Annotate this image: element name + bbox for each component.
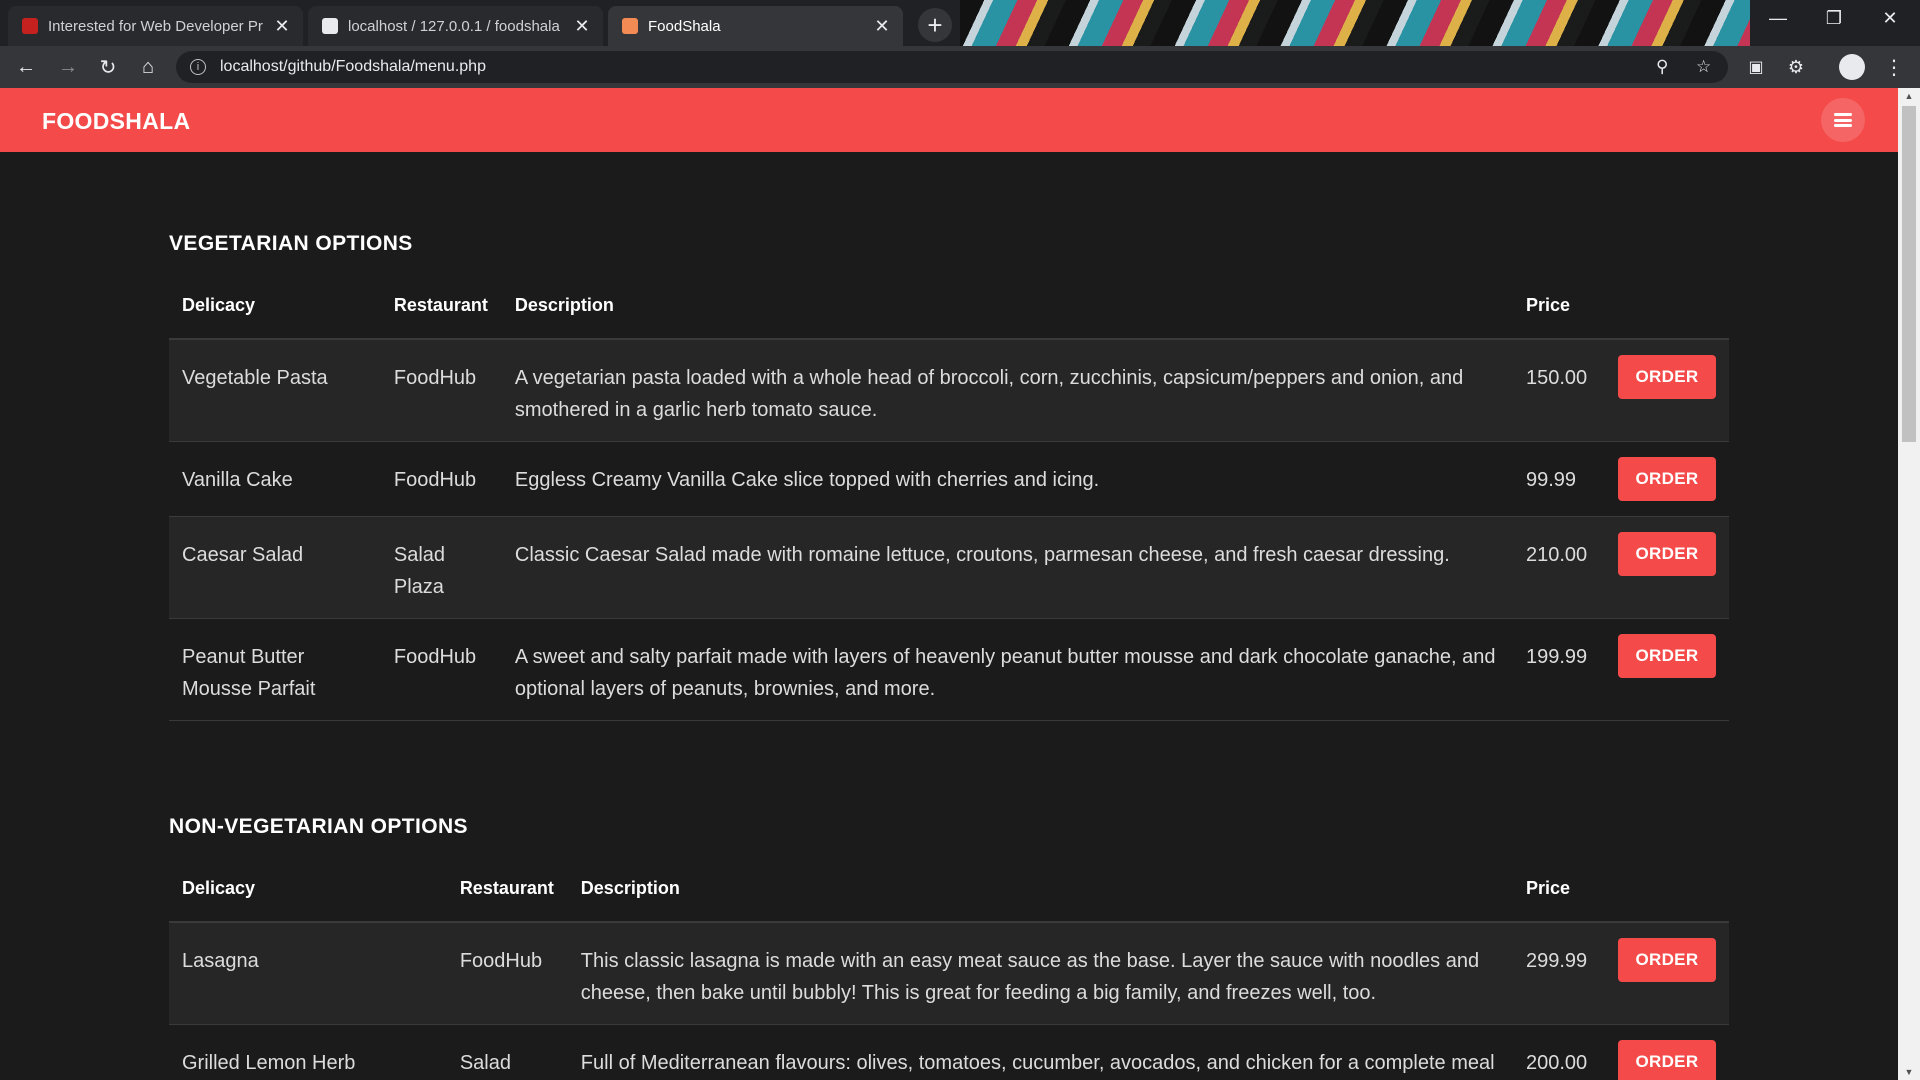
more-menu-icon[interactable]: ⋮ — [1878, 51, 1910, 83]
brand-logo[interactable]: FOODSHALA — [42, 108, 190, 135]
site-info-icon[interactable]: i — [190, 59, 206, 75]
description-cell: A sweet and salty parfait made with laye… — [501, 618, 1513, 721]
price-cell: 299.99 — [1512, 922, 1605, 1025]
price-cell: 200.00 — [1512, 1024, 1605, 1080]
restaurant-cell: FoodHub — [380, 441, 502, 517]
close-window-icon[interactable]: ✕ — [1862, 0, 1918, 36]
description-cell: Classic Caesar Salad made with romaine l… — [501, 516, 1513, 619]
browser-tab-phpmyadmin[interactable]: localhost / 127.0.0.1 / foodshala ✕ — [308, 6, 603, 46]
action-cell: ORDER — [1604, 1024, 1729, 1080]
page-scrollbar[interactable]: ▲ ▼ — [1898, 88, 1920, 1080]
new-tab-button[interactable]: + — [918, 8, 952, 42]
browser-tab-foodshala[interactable]: FoodShala ✕ — [608, 6, 903, 46]
column-header-restaurant: Restaurant — [380, 272, 502, 340]
tab-title: FoodShala — [648, 17, 721, 35]
action-cell: ORDER — [1604, 922, 1729, 1025]
reload-icon[interactable]: ↻ — [92, 51, 124, 83]
description-cell: Eggless Creamy Vanilla Cake slice topped… — [501, 441, 1513, 517]
order-button[interactable]: ORDER — [1617, 1040, 1716, 1080]
settings-gear-icon[interactable]: ⚙ — [1780, 51, 1812, 83]
address-bar[interactable]: i localhost/github/Foodshala/menu.php ⚲ … — [176, 51, 1728, 83]
restaurant-cell: Salad — [446, 1024, 568, 1080]
bookmark-star-icon[interactable]: ☆ — [1696, 51, 1711, 83]
scrollbar-thumb[interactable] — [1902, 106, 1916, 442]
table-header-row: Delicacy Restaurant Description Price — [169, 272, 1729, 340]
extension-icon[interactable]: ▣ — [1740, 51, 1772, 83]
price-cell: 199.99 — [1512, 618, 1605, 721]
price-cell: 210.00 — [1512, 516, 1605, 619]
column-header-action — [1604, 855, 1729, 923]
minimize-window-icon[interactable]: — — [1750, 0, 1806, 36]
column-header-delicacy: Delicacy — [169, 855, 447, 923]
action-cell: ORDER — [1604, 618, 1729, 721]
restaurant-cell: FoodHub — [446, 922, 568, 1025]
vegetarian-menu-table: Delicacy Restaurant Description Price Ve… — [169, 272, 1729, 721]
action-cell: ORDER — [1604, 441, 1729, 517]
table-row: Lasagna FoodHub This classic lasagna is … — [169, 922, 1729, 1025]
table-row: Peanut Butter Mousse Parfait FoodHub A s… — [169, 618, 1729, 721]
phpmyadmin-icon — [322, 18, 338, 34]
close-tab-icon[interactable]: ✕ — [273, 16, 291, 37]
table-header-row: Delicacy Restaurant Description Price — [169, 855, 1729, 923]
browser-tab-strip: Interested for Web Developer Pr ✕ localh… — [0, 0, 1920, 46]
description-cell: Full of Mediterranean flavours: olives, … — [567, 1024, 1513, 1080]
description-cell: A vegetarian pasta loaded with a whole h… — [501, 339, 1513, 442]
delicacy-cell: Caesar Salad — [169, 516, 381, 619]
order-button[interactable]: ORDER — [1617, 532, 1716, 576]
browser-toolbar: ← → ↻ ⌂ i localhost/github/Foodshala/men… — [0, 46, 1920, 88]
column-header-restaurant: Restaurant — [446, 855, 568, 923]
restaurant-cell: FoodHub — [380, 339, 502, 442]
delicacy-cell: Peanut Butter Mousse Parfait — [169, 618, 381, 721]
order-button[interactable]: ORDER — [1617, 634, 1716, 678]
menu-toggle-button[interactable] — [1821, 98, 1865, 142]
page-content: FOODSHALA VEGETARIAN OPTIONS Delicacy Re… — [0, 88, 1898, 1080]
action-cell: ORDER — [1604, 516, 1729, 619]
column-header-action — [1604, 272, 1729, 340]
browser-tab-gmail[interactable]: Interested for Web Developer Pr ✕ — [8, 6, 303, 46]
nonvegetarian-section-title: NON-VEGETARIAN OPTIONS — [169, 815, 468, 838]
tab-title: localhost / 127.0.0.1 / foodshala — [348, 17, 560, 35]
browser-theme-artwork — [960, 0, 1750, 46]
column-header-description: Description — [501, 272, 1513, 340]
restaurant-cell: Salad Plaza — [380, 516, 502, 619]
xampp-icon — [622, 18, 638, 34]
description-cell: This classic lasagna is made with an eas… — [567, 922, 1513, 1025]
delicacy-cell: Vegetable Pasta — [169, 339, 381, 442]
delicacy-cell: Vanilla Cake — [169, 441, 381, 517]
table-row: Caesar Salad Salad Plaza Classic Caesar … — [169, 516, 1729, 619]
scroll-down-arrow-icon[interactable]: ▼ — [1898, 1064, 1920, 1080]
restaurant-cell: FoodHub — [380, 618, 502, 721]
tab-title: Interested for Web Developer Pr — [48, 17, 263, 35]
scroll-up-arrow-icon[interactable]: ▲ — [1898, 88, 1920, 104]
close-tab-icon[interactable]: ✕ — [873, 16, 891, 37]
column-header-price: Price — [1512, 855, 1605, 923]
action-cell: ORDER — [1604, 339, 1729, 442]
delicacy-cell: Lasagna — [169, 922, 447, 1025]
url-text[interactable]: localhost/github/Foodshala/menu.php — [220, 58, 486, 76]
profile-avatar[interactable] — [1836, 51, 1868, 83]
gmail-icon — [22, 18, 38, 34]
table-row: Vanilla Cake FoodHub Eggless Creamy Vani… — [169, 441, 1729, 517]
order-button[interactable]: ORDER — [1617, 355, 1716, 399]
vegetarian-section-title: VEGETARIAN OPTIONS — [169, 232, 413, 255]
hamburger-icon — [1834, 113, 1852, 127]
table-row: Grilled Lemon Herb Salad Full of Mediter… — [169, 1024, 1729, 1080]
price-cell: 99.99 — [1512, 441, 1605, 517]
column-header-price: Price — [1512, 272, 1605, 340]
table-row: Vegetable Pasta FoodHub A vegetarian pas… — [169, 339, 1729, 442]
site-navbar: FOODSHALA — [0, 88, 1898, 152]
order-button[interactable]: ORDER — [1617, 457, 1716, 501]
order-button[interactable]: ORDER — [1617, 938, 1716, 982]
column-header-delicacy: Delicacy — [169, 272, 381, 340]
close-tab-icon[interactable]: ✕ — [573, 16, 591, 37]
column-header-description: Description — [567, 855, 1513, 923]
price-cell: 150.00 — [1512, 339, 1605, 442]
delicacy-cell: Grilled Lemon Herb — [169, 1024, 447, 1080]
zoom-icon[interactable]: ⚲ — [1656, 51, 1668, 83]
back-arrow-icon[interactable]: ← — [10, 51, 42, 83]
nonvegetarian-menu-table: Delicacy Restaurant Description Price La… — [169, 855, 1729, 1080]
home-icon[interactable]: ⌂ — [132, 51, 164, 83]
restore-window-icon[interactable]: ❐ — [1806, 0, 1862, 36]
forward-arrow-icon[interactable]: → — [52, 51, 84, 83]
